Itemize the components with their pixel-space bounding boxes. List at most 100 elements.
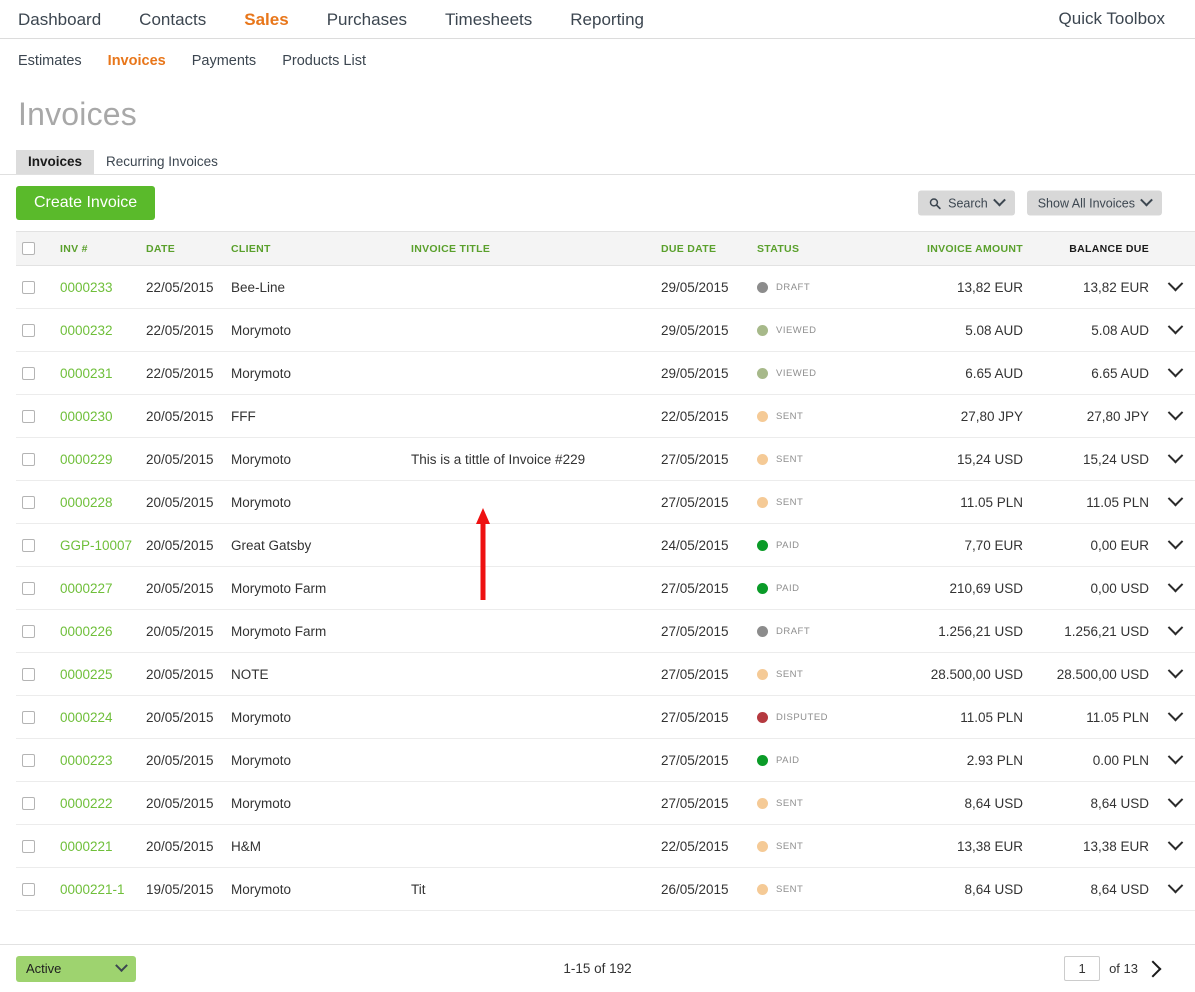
tab-recurring-invoices[interactable]: Recurring Invoices bbox=[94, 150, 230, 175]
row-expand-chevron-down-icon[interactable] bbox=[1167, 748, 1183, 764]
topnav-item-reporting[interactable]: Reporting bbox=[570, 11, 644, 28]
row-expand-chevron-down-icon[interactable] bbox=[1167, 404, 1183, 420]
subnav-item-invoices[interactable]: Invoices bbox=[108, 54, 166, 69]
quick-toolbox-link[interactable]: Quick Toolbox bbox=[1059, 9, 1165, 29]
column-header-label: DATE bbox=[146, 242, 176, 255]
cell-balance-due: 28.500,00 USD bbox=[1029, 652, 1155, 696]
row-expand-chevron-down-icon[interactable] bbox=[1167, 662, 1183, 678]
row-expand-chevron-down-icon[interactable] bbox=[1167, 533, 1183, 549]
status-filter-select[interactable]: Active bbox=[16, 955, 136, 982]
invoice-number-link[interactable]: 0000224 bbox=[60, 710, 113, 725]
invoice-number-link[interactable]: 0000221-1 bbox=[60, 882, 125, 897]
topnav-item-contacts[interactable]: Contacts bbox=[139, 11, 206, 28]
invoice-number-link[interactable]: 0000223 bbox=[60, 753, 113, 768]
row-checkbox[interactable] bbox=[22, 324, 35, 338]
create-invoice-button[interactable]: Create Invoice bbox=[16, 186, 156, 220]
row-expand-chevron-down-icon[interactable] bbox=[1167, 318, 1183, 334]
invoice-filter-select[interactable]: Show All Invoices bbox=[1026, 190, 1162, 216]
topnav-item-timesheets[interactable]: Timesheets bbox=[445, 11, 532, 28]
row-checkbox[interactable] bbox=[22, 582, 35, 596]
row-expand-chevron-down-icon[interactable] bbox=[1167, 705, 1183, 721]
row-expand-chevron-down-icon[interactable] bbox=[1167, 361, 1183, 377]
invoice-number-link[interactable]: 0000226 bbox=[60, 624, 113, 639]
table-row[interactable]: 0000222 20/05/2015 Morymoto 27/05/2015 SENT 8… bbox=[16, 781, 1195, 825]
column-header-due[interactable]: DUE DATE bbox=[655, 231, 751, 266]
row-expand-chevron-down-icon[interactable] bbox=[1167, 447, 1183, 463]
invoice-number-link[interactable]: 0000231 bbox=[60, 366, 113, 381]
cell-invoice-amount: 2.93 PLN bbox=[889, 738, 1029, 782]
row-expand-chevron-down-icon[interactable] bbox=[1167, 877, 1183, 893]
row-checkbox[interactable] bbox=[22, 281, 35, 295]
subnav-item-estimates[interactable]: Estimates bbox=[18, 54, 82, 69]
row-checkbox[interactable] bbox=[22, 711, 35, 725]
next-page-icon[interactable] bbox=[1144, 960, 1162, 977]
invoice-number-link[interactable]: 0000230 bbox=[60, 409, 113, 424]
row-expand-chevron-down-icon[interactable] bbox=[1167, 619, 1183, 635]
cell-client: Morymoto bbox=[225, 695, 405, 739]
column-header-client[interactable]: CLIENT bbox=[225, 231, 405, 266]
tab-invoices[interactable]: Invoices bbox=[16, 149, 95, 174]
invoice-number-link[interactable]: 0000228 bbox=[60, 495, 113, 510]
column-header-date[interactable]: DATE bbox=[140, 231, 225, 266]
invoice-number-link[interactable]: 0000233 bbox=[60, 280, 113, 295]
table-row[interactable]: 0000221 20/05/2015 H&M 22/05/2015 SENT 13,38 … bbox=[16, 824, 1195, 868]
table-row[interactable]: 0000233 22/05/2015 Bee-Line 29/05/2015 DRAFT… bbox=[16, 265, 1195, 309]
invoice-number-link[interactable]: 0000229 bbox=[60, 452, 113, 467]
page-number-input[interactable] bbox=[1064, 956, 1101, 981]
row-checkbox[interactable] bbox=[22, 754, 35, 768]
column-header-status[interactable]: STATUS bbox=[751, 231, 889, 266]
row-checkbox[interactable] bbox=[22, 668, 35, 682]
select-all-checkbox[interactable] bbox=[22, 242, 35, 255]
status-dot-icon bbox=[757, 711, 768, 723]
table-row[interactable]: GGP-10007 20/05/2015 Great Gatsby 24/05/201… bbox=[16, 523, 1195, 567]
table-row[interactable]: 0000231 22/05/2015 Morymoto 29/05/2015 VIEWE… bbox=[16, 351, 1195, 395]
row-checkbox[interactable] bbox=[22, 410, 35, 424]
table-row[interactable]: 0000225 20/05/2015 NOTE 27/05/2015 SENT 28.50… bbox=[16, 652, 1195, 696]
row-expand-chevron-down-icon[interactable] bbox=[1167, 576, 1183, 592]
table-row[interactable]: 0000230 20/05/2015 FFF 22/05/2015 SENT 27,80 … bbox=[16, 394, 1195, 438]
invoice-number-link[interactable]: 0000222 bbox=[60, 796, 113, 811]
row-checkbox[interactable] bbox=[22, 797, 35, 811]
search-button[interactable]: Search bbox=[918, 190, 1015, 216]
column-header-inv[interactable]: INV # bbox=[54, 231, 140, 266]
table-row[interactable]: 0000224 20/05/2015 Morymoto 27/05/2015 DISPU… bbox=[16, 695, 1195, 739]
status-dot-icon bbox=[757, 539, 768, 551]
column-header-amount[interactable]: INVOICE AMOUNT bbox=[889, 231, 1029, 266]
row-expand-chevron-down-icon[interactable] bbox=[1167, 791, 1183, 807]
invoice-number-link[interactable]: GGP-10007 bbox=[60, 538, 132, 553]
row-checkbox[interactable] bbox=[22, 883, 35, 897]
invoice-number-link[interactable]: 0000227 bbox=[60, 581, 113, 596]
table-row[interactable]: 0000229 20/05/2015 Morymoto This is a tittl… bbox=[16, 437, 1195, 481]
column-header-balance[interactable]: BALANCE DUE bbox=[1029, 231, 1155, 266]
subnav-item-products-list[interactable]: Products List bbox=[282, 54, 366, 69]
cell-due-date: 27/05/2015 bbox=[655, 437, 751, 481]
row-checkbox[interactable] bbox=[22, 625, 35, 639]
table-row[interactable]: 0000223 20/05/2015 Morymoto 27/05/2015 PAID 2… bbox=[16, 738, 1195, 782]
table-row[interactable]: 0000221-1 19/05/2015 Morymoto Tit 26/05/2015… bbox=[16, 867, 1195, 911]
subnav-item-payments[interactable]: Payments bbox=[192, 54, 256, 69]
invoice-number-link[interactable]: 0000225 bbox=[60, 667, 113, 682]
row-expand-chevron-down-icon[interactable] bbox=[1167, 275, 1183, 291]
table-row[interactable]: 0000227 20/05/2015 Morymoto Farm 27/05/2015… bbox=[16, 566, 1195, 610]
table-row[interactable]: 0000228 20/05/2015 Morymoto 27/05/2015 SENT 1… bbox=[16, 480, 1195, 524]
row-checkbox[interactable] bbox=[22, 840, 35, 854]
cell-client: NOTE bbox=[225, 652, 405, 696]
table-row[interactable]: 0000226 20/05/2015 Morymoto Farm 27/05/2015… bbox=[16, 609, 1195, 653]
cell-invoice-number: 0000232 bbox=[54, 308, 140, 352]
row-expand-chevron-down-icon[interactable] bbox=[1167, 490, 1183, 506]
invoice-number-link[interactable]: 0000221 bbox=[60, 839, 113, 854]
topnav-item-purchases[interactable]: Purchases bbox=[327, 11, 407, 28]
row-checkbox[interactable] bbox=[22, 453, 35, 467]
row-checkbox[interactable] bbox=[22, 367, 35, 381]
column-header-title[interactable]: INVOICE TITLE bbox=[405, 231, 655, 266]
cell-invoice-number: 0000226 bbox=[54, 609, 140, 653]
topnav-item-dashboard[interactable]: Dashboard bbox=[18, 11, 101, 28]
table-row[interactable]: 0000232 22/05/2015 Morymoto 29/05/2015 VIEWE… bbox=[16, 308, 1195, 352]
invoice-number-link[interactable]: 0000232 bbox=[60, 323, 113, 338]
cell-expand bbox=[1155, 781, 1195, 825]
row-checkbox[interactable] bbox=[22, 496, 35, 510]
search-button-label: Search bbox=[948, 196, 988, 210]
row-checkbox[interactable] bbox=[22, 539, 35, 553]
row-expand-chevron-down-icon[interactable] bbox=[1167, 834, 1183, 850]
topnav-item-sales[interactable]: Sales bbox=[244, 11, 288, 28]
